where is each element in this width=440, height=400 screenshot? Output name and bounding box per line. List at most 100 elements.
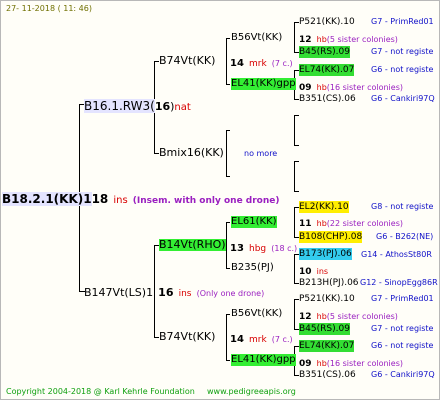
lb1-child-2-suffix: hb [316,312,327,321]
ua1-child-2-note: (5 sister colonies) [326,35,398,44]
footer-copyright: Copyright 2004-2018 @ Karl Kehrle Founda… [6,387,195,396]
connector [226,130,230,131]
lb1-child-2-num: 12 [299,312,312,322]
la1-child-1-right: G8 - not registe [371,202,434,211]
lb2-child-1[interactable]: EL74(KK).07 [299,340,355,352]
lb2-child-2-note: (16 sister colonies) [326,359,403,368]
lower-parent-num: 16 [158,286,174,299]
ua1-child-3[interactable]: B45(RS).09 [299,46,350,58]
lower-parent-node[interactable]: B147Vt(LS)1 16 ins (Only one drone) [84,285,264,300]
la2-child-3-right: G12 - SinopEgg86R [360,278,438,287]
ua2-child-3[interactable]: B351(CS).06 [299,93,356,105]
ua2-child-1[interactable]: EL74(KK).07 [299,64,355,76]
la1-child-2-suffix: hb [316,219,327,228]
la1-child-3[interactable]: B108(CHP).08 [299,231,363,243]
connector [226,176,230,177]
header-date: 27- 11-2018 ( 11: 46) [6,4,92,13]
lb2-child-2-num: 09 [299,359,312,369]
lower-a-1-label[interactable]: EL61(KK) [231,216,277,228]
ua2-child-1-right: G6 - not registe [371,65,434,74]
connector [294,145,299,146]
la1-child-2-note: (22 sister colonies) [326,219,403,228]
la2-child-2-num: 10 [299,267,312,277]
upper-a-label[interactable]: B74Vt(KK) [159,55,215,67]
connector [294,22,295,53]
upper-b-label[interactable]: Bmix16(KK) [159,147,224,159]
ua2-child-2-note: (16 sister colonies) [326,83,403,92]
root-label: B18.2.1(KK)1 [2,192,92,206]
lb2-child-3[interactable]: B351(CS).06 [299,369,356,381]
la2-child-1-right: G14 - AthosSt80R [361,250,432,259]
root-node[interactable]: B18.2.1(KK)118 ins (Insem. with only one… [2,192,280,207]
lower-b-1-label[interactable]: B56Vt(KK) [231,308,282,320]
connector [294,115,299,116]
lower-parent-note: (Only one drone) [196,289,265,298]
ua1-child-1[interactable]: P521(KK).10 [299,16,355,28]
root-suffix: ins [113,195,128,206]
connector [226,222,230,223]
lower-b-note: (7 c.) [271,335,293,344]
lower-parent-label: B147Vt(LS)1 [84,286,154,299]
upper-a-note: (7 c.) [271,59,293,68]
ua2-child-3-right: G6 - Cankiri97Q [371,94,435,103]
lb1-child-1-right: G7 - PrimRed01 [371,294,434,303]
upper-a-2-label[interactable]: EL41(KK)gpp [231,78,296,90]
la2-child-1[interactable]: B173(PJ).06 [299,248,352,260]
lb2-child-3-right: G6 - Cankiri97Q [371,370,435,379]
connector [226,268,230,269]
lower-a-info: 13 hbg (18 c.) [230,240,297,255]
la1-child-1[interactable]: EL2(KK).10 [299,201,349,213]
ua1-child-2-num: 12 [299,35,312,45]
upper-a-num: 14 [230,58,244,69]
lower-a-note: (18 c.) [271,244,298,253]
upper-a-1-label[interactable]: B56Vt(KK) [231,32,282,44]
lb1-child-2-note: (5 sister colonies) [326,312,398,321]
ua1-child-2-suffix: hb [316,35,327,44]
lb2-child-2-suffix: hb [316,359,327,368]
connector [294,299,295,330]
connector [226,38,227,85]
lb1-child-3-right: G7 - not registe [371,324,434,333]
upper-parent-suffix: nat [174,102,191,113]
lb1-child-3[interactable]: B45(RS).09 [299,323,350,335]
lower-parent-suffix: ins [178,289,192,299]
la1-child-3-right: G6 - B262(NE) [376,232,434,241]
connector [294,115,295,146]
lb1-child-1[interactable]: P521(KK).10 [299,293,355,305]
footer-url[interactable]: www.pedigreeapis.org [207,386,296,398]
connector [294,207,295,238]
la2-child-3[interactable]: B213H(PJ).06 [299,277,359,289]
connector [226,314,227,361]
connector [294,254,295,284]
lb2-child-2: 09 hb(16 sister colonies) [299,355,403,370]
ua2-child-2: 09 hb(16 sister colonies) [299,79,403,94]
ua1-child-2: 12 hb(5 sister colonies) [299,31,398,46]
lower-a-label[interactable]: B14Vt(RHO) [159,239,226,251]
upper-a-info: 14 mrk (7 c.) [230,55,293,70]
lower-a-num: 13 [230,243,244,254]
lower-b-label[interactable]: B74Vt(KK) [159,331,215,343]
connector [226,222,227,269]
upper-parent-node[interactable]: B16.1.RW3(16)nat [84,99,191,114]
ua1-child-1-right: G7 - PrimRed01 [371,17,434,26]
ua1-child-3-right: G7 - not registe [371,47,434,56]
connector [226,130,227,177]
lb1-child-2: 12 hb(5 sister colonies) [299,308,398,323]
connector [294,191,299,192]
la1-child-2: 11 hb(22 sister colonies) [299,215,403,230]
connector [226,84,230,85]
root-note: (Insem. with only one drone) [132,196,280,206]
connector [226,360,230,361]
lower-a-suffix: hbg [249,244,267,254]
upper-parent-label: B16.1.RW3( [84,99,155,113]
root-num: 18 [91,192,109,206]
la1-child-2-num: 11 [299,219,312,229]
lower-b-2-label[interactable]: EL41(KK)gpp [231,354,296,366]
la2-child-2: 10 ins [299,263,328,278]
upper-parent-num: 16 [154,100,171,113]
lower-b-info: 14 mrk (7 c.) [230,331,293,346]
lb2-child-1-right: G6 - not registe [371,341,434,350]
connector [294,161,295,192]
connector [294,161,299,162]
lower-a-2-label[interactable]: B235(PJ) [231,262,274,274]
